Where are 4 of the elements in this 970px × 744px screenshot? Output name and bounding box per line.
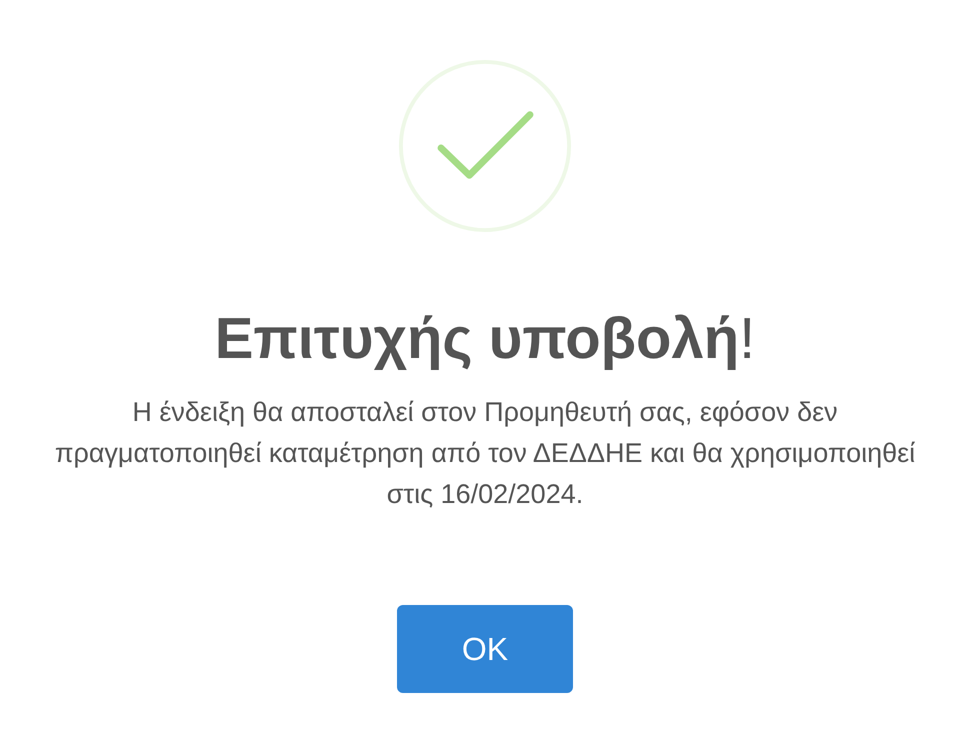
ok-button[interactable]: OK — [397, 605, 573, 693]
success-check-icon — [397, 58, 573, 234]
dialog-title: Επιτυχής υποβολή! — [214, 305, 756, 373]
dialog-message: Η ένδειξη θα αποσταλεί στον Προμηθευτή σας, εφόσον δεν πραγματοποιηθεί καταμέτρηση από τον ΔΕΔΔΗΕ και θα χρησιμοποιηθεί στις 16/02/2024. — [54, 396, 916, 511]
